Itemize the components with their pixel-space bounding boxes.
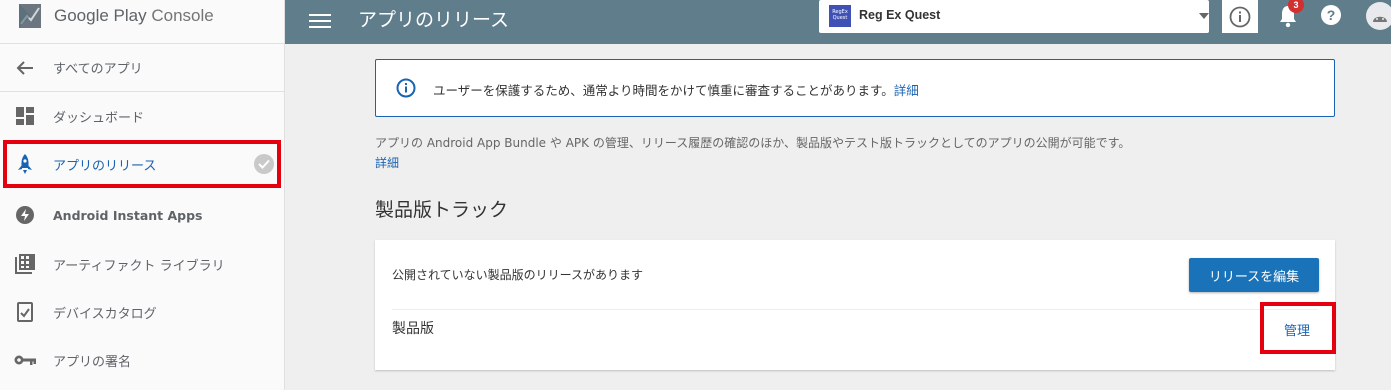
menu-icon[interactable] [309, 10, 331, 32]
page-title: アプリのリリース [358, 9, 510, 31]
notice-text: ユーザーを保護するため、通常より時間をかけて慎重に審査することがあります。 [433, 83, 894, 98]
info-icon [1229, 6, 1251, 27]
sidebar-item-label: アプリの署名 [53, 354, 132, 370]
sidebar-item-label: デバイスカタログ [53, 306, 157, 322]
app-icon: RegEx Quest [829, 5, 851, 27]
brand-header[interactable]: Google Play Console [0, 0, 285, 44]
brand-name: Google Play Console [54, 6, 214, 25]
back-to-all-apps[interactable]: すべてのアプリ [0, 44, 285, 92]
production-track-heading: 製品版トラック [375, 199, 509, 221]
info-button[interactable] [1222, 0, 1258, 33]
avatar[interactable] [1366, 2, 1391, 30]
device-icon [14, 301, 36, 323]
sidebar-item-dashboard[interactable]: ダッシュボード [0, 92, 285, 140]
chevron-down-icon [1199, 13, 1209, 19]
review-notice-banner: ユーザーを保護するため、通常より時間をかけて慎重に審査することがあります。詳細 [375, 59, 1335, 117]
sidebar-item-instant-apps[interactable]: Android Instant Apps [0, 191, 285, 239]
manage-link[interactable]: 管理 [1284, 320, 1310, 339]
dashboard-icon [14, 105, 36, 127]
sidebar-item-device-catalog[interactable]: デバイスカタログ [0, 288, 285, 336]
edit-release-button[interactable]: リリースを編集 [1189, 258, 1319, 292]
track-name: 製品版 [392, 321, 434, 337]
android-icon [1373, 16, 1387, 22]
production-track-card: 公開されていない製品版のリリースがあります リリースを編集 製品版 管理 [375, 240, 1336, 370]
info-icon [396, 78, 416, 98]
sidebar-item-label: アーティファクト ライブラリ [53, 258, 225, 274]
sidebar-item-app-signing[interactable]: アプリの署名 [0, 336, 285, 384]
unpublished-release-message: 公開されていない製品版のリリースがあります [392, 268, 644, 282]
play-console-logo-icon [19, 4, 41, 28]
divider [392, 309, 1318, 310]
notice-details-link[interactable]: 詳細 [894, 83, 919, 98]
sidebar: Google Play Console すべてのアプリ ダッシュボード アプリの… [0, 0, 285, 390]
back-label: すべてのアプリ [53, 62, 143, 77]
highlight-box-app-release [3, 140, 281, 188]
sidebar-item-label: ダッシュボード [53, 110, 145, 126]
library-icon [14, 253, 36, 275]
sidebar-item-label: Android Instant Apps [53, 207, 203, 223]
page-description: アプリの Android App Bundle や APK の管理、リリース履歴… [375, 136, 1131, 150]
sidebar-item-artifact-library[interactable]: アーティファクト ライブラリ [0, 240, 285, 288]
app-selector-dropdown[interactable]: RegEx Quest Reg Ex Quest [819, 0, 1209, 33]
lightning-icon [14, 204, 36, 226]
arrow-left-icon [14, 57, 36, 79]
help-icon[interactable]: ? [1321, 5, 1341, 25]
app-name: Reg Ex Quest [859, 8, 941, 22]
top-app-bar: アプリのリリース RegEx Quest Reg Ex Quest 3 ? [285, 0, 1391, 44]
notice-text-container: ユーザーを保護するため、通常より時間をかけて慎重に審査することがあります。詳細 [433, 80, 919, 99]
description-details-link[interactable]: 詳細 [375, 154, 399, 171]
key-icon [14, 349, 36, 371]
notification-count-badge: 3 [1288, 0, 1304, 13]
